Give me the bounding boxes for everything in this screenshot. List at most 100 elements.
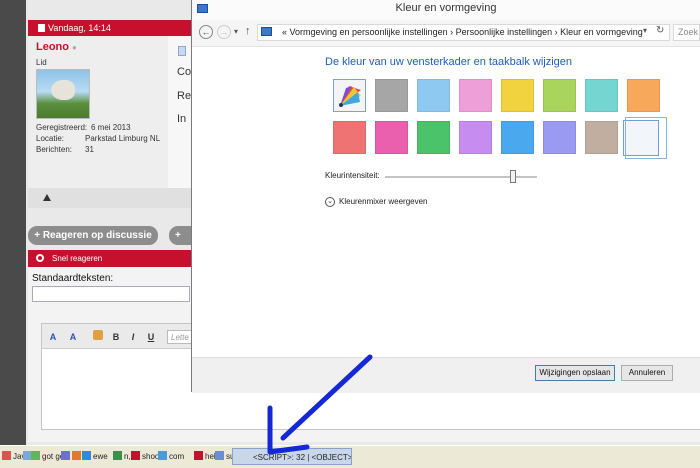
offline-status-icon: ● (72, 43, 77, 52)
color-swatch[interactable] (375, 79, 408, 112)
back-icon[interactable]: ← (199, 25, 213, 39)
taskbar-item[interactable]: help (194, 448, 215, 465)
app-icon (194, 451, 203, 460)
post-header: Vandaag, 14:14 (28, 20, 192, 36)
taskbar-item-label: <SCRIPT>: 32 | <OBJECT>: 0 (253, 453, 352, 462)
info-label-location: Locatie: (36, 134, 65, 143)
color-swatch[interactable] (627, 79, 660, 112)
taskbar-item[interactable]: g (72, 448, 82, 465)
post-body (168, 36, 192, 188)
info-label-posts: Berichten: (36, 145, 73, 154)
bold-icon[interactable]: B (110, 330, 122, 344)
taskbar-item-label: com (169, 452, 185, 461)
taskbar-item[interactable]: <SCRIPT>: 32 | <OBJECT>: 0 (232, 448, 352, 465)
taskbar-item[interactable]: shoo (131, 448, 158, 465)
color-swatch[interactable] (417, 121, 450, 154)
color-swatch[interactable] (375, 121, 408, 154)
address-dropdown-icon[interactable]: ▾ (643, 26, 647, 35)
color-mixer-toggle[interactable]: Kleurenmixer weergeven (339, 197, 428, 206)
forward-icon[interactable]: → (217, 25, 231, 39)
info-value-location: Parkstad Limburg NL (85, 134, 161, 143)
app-icon (72, 451, 81, 460)
app-icon (61, 451, 70, 460)
dog-image (51, 80, 75, 100)
cancel-button[interactable]: Annuleren (621, 365, 673, 381)
app-icon (131, 451, 140, 460)
reply-to-discussion-button[interactable]: + Reageren op discussie (28, 226, 158, 245)
taskbar-item[interactable]: S (23, 448, 31, 465)
post-icon (178, 46, 186, 56)
taskbar-item-label: got ge (42, 452, 61, 461)
color-swatch[interactable] (585, 121, 618, 154)
user-role: Lid (36, 58, 47, 67)
color-swatch[interactable] (585, 79, 618, 112)
control-panel-icon (261, 27, 272, 36)
taskbar-item[interactable]: com (158, 448, 194, 465)
quick-reply-icon (36, 254, 44, 262)
custom-color-swatch[interactable] (333, 79, 366, 112)
post-text-line-3: In (177, 113, 187, 125)
app-icon (2, 451, 11, 460)
color-swatch[interactable] (501, 79, 534, 112)
taskbar-item-label: ewe (93, 452, 108, 461)
post-time: Vandaag, 14:14 (48, 23, 111, 33)
document-icon (38, 24, 45, 32)
post-text-line-1: Co (177, 66, 192, 78)
color-swatch[interactable] (543, 121, 576, 154)
username-link[interactable]: Leono ● (36, 41, 77, 53)
color-fan-icon (339, 86, 361, 107)
search-input[interactable]: Zoek (673, 24, 700, 41)
app-icon (23, 451, 31, 460)
font-color-icon[interactable]: A (66, 330, 80, 344)
taskbar-item-label: help (205, 452, 215, 461)
taskbar-item[interactable]: n, 2/3 (113, 448, 131, 465)
left-edge-strip (0, 0, 26, 445)
app-icon (215, 451, 224, 460)
font-size-icon[interactable]: A (46, 330, 60, 344)
selected-swatch-frame (625, 117, 667, 159)
color-intensity-label: Kleurintensiteit: (325, 171, 380, 180)
color-swatch[interactable] (501, 121, 534, 154)
secondary-reply-button[interactable]: + (169, 226, 193, 245)
app-icon (82, 451, 91, 460)
save-changes-button[interactable]: Wijzigingen opslaan (535, 365, 615, 381)
taskbar-item[interactable]: lt (61, 448, 72, 465)
italic-icon[interactable]: I (127, 330, 139, 344)
taskbar-item-label: Java (13, 452, 23, 461)
standard-texts-select[interactable] (32, 286, 190, 302)
underline-icon[interactable]: U (145, 330, 157, 344)
taskbar-item-label: n, 2/3 (124, 452, 131, 461)
font-select[interactable]: Lette (167, 330, 192, 344)
color-swatch[interactable] (333, 121, 366, 154)
taskbar-item[interactable]: got ge (31, 448, 61, 465)
avatar[interactable] (36, 69, 90, 119)
report-warning-icon[interactable] (43, 194, 51, 201)
refresh-icon[interactable]: ↻ (656, 25, 664, 36)
color-swatch[interactable] (543, 79, 576, 112)
page-heading: De kleur van uw vensterkader en taakbalk… (325, 56, 573, 68)
breadcrumb[interactable]: « Vormgeving en persoonlijke instellinge… (257, 24, 670, 41)
standard-texts-label: Standaardteksten: (32, 273, 114, 284)
app-icon (113, 451, 122, 460)
color-intensity-slider-thumb[interactable] (509, 170, 516, 183)
color-swatch[interactable] (459, 79, 492, 112)
quick-reply-header[interactable]: Snel reageren (28, 250, 192, 267)
recent-pages-chevron-icon[interactable]: ▾ (234, 27, 238, 36)
paste-icon[interactable] (91, 330, 105, 344)
up-icon[interactable]: ↑ (245, 25, 251, 37)
taskbar-item-label: shoo (142, 452, 158, 461)
taskbar-item[interactable]: Java (2, 448, 23, 465)
post-text-line-2: Re (177, 90, 192, 102)
window-title: Kleur en vormgeving (395, 2, 497, 14)
info-value-posts: 31 (85, 145, 94, 154)
expand-chevron-icon[interactable]: ⌄ (325, 197, 335, 207)
info-value-registered: 6 mei 2013 (91, 123, 131, 132)
info-label-registered: Geregistreerd: (36, 123, 88, 132)
app-icon (158, 451, 167, 460)
post-footer (28, 188, 192, 208)
taskbar-item[interactable]: ewe (82, 448, 113, 465)
app-icon (31, 451, 40, 460)
color-swatch[interactable] (459, 121, 492, 154)
color-swatch[interactable] (417, 79, 450, 112)
taskbar-item[interactable]: sum.htm (215, 448, 232, 465)
